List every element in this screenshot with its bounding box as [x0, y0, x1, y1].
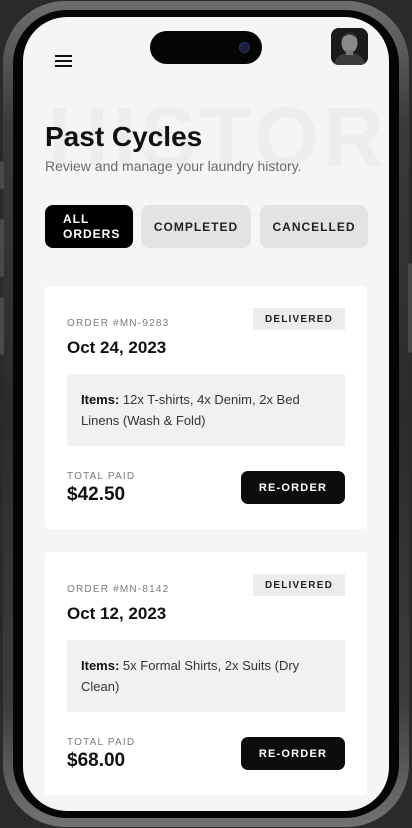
status-badge: DELIVERED — [252, 574, 345, 596]
dynamic-island — [150, 31, 262, 64]
tab-cancelled[interactable]: CANCELLED — [260, 205, 368, 248]
camera-icon — [239, 42, 250, 53]
user-avatar[interactable] — [331, 28, 368, 65]
hamburger-menu-icon — [55, 55, 72, 67]
order-items: Items: 5x Formal Shirts, 2x Suits (Dry C… — [67, 640, 345, 712]
total-paid-label: TOTAL PAID — [67, 471, 136, 482]
menu-button[interactable] — [54, 54, 74, 68]
page-title: Past Cycles — [45, 121, 203, 152]
order-items-label: Items: — [81, 658, 123, 673]
order-items-label: Items: — [81, 392, 123, 407]
volume-down-button — [0, 297, 4, 355]
order-number: ORDER #MN-9283 — [67, 318, 170, 329]
order-card: ORDER #MN-9283 DELIVERED Oct 24, 2023 It… — [45, 286, 367, 529]
order-items: Items: 12x T-shirts, 4x Denim, 2x Bed Li… — [67, 374, 345, 446]
volume-up-button — [0, 219, 4, 277]
order-card: ORDER #MN-8142 DELIVERED Oct 12, 2023 It… — [45, 552, 367, 795]
mute-switch — [0, 161, 4, 189]
reorder-button[interactable]: RE-ORDER — [241, 471, 345, 504]
tab-all-orders-label: ALL ORDERS — [63, 211, 121, 241]
user-avatar-icon — [331, 28, 368, 65]
total-paid-amount: $42.50 — [67, 484, 126, 505]
tab-completed[interactable]: COMPLETED — [141, 205, 251, 248]
page-subtitle: Review and manage your laundry history. — [45, 158, 302, 174]
order-date: Oct 12, 2023 — [67, 604, 167, 623]
total-paid-label: TOTAL PAID — [67, 737, 136, 748]
order-number: ORDER #MN-8142 — [67, 584, 170, 595]
power-button — [408, 263, 412, 353]
status-badge: DELIVERED — [252, 308, 345, 330]
order-date: Oct 24, 2023 — [67, 338, 167, 357]
tab-cancelled-label: CANCELLED — [272, 219, 356, 234]
app-screen: HISTOR Past Cycles Review and manage you… — [23, 17, 389, 811]
tab-all-orders[interactable]: ALL ORDERS — [45, 205, 133, 248]
reorder-button[interactable]: RE-ORDER — [241, 737, 345, 770]
tab-completed-label: COMPLETED — [153, 219, 239, 234]
total-paid-amount: $68.00 — [67, 750, 126, 771]
